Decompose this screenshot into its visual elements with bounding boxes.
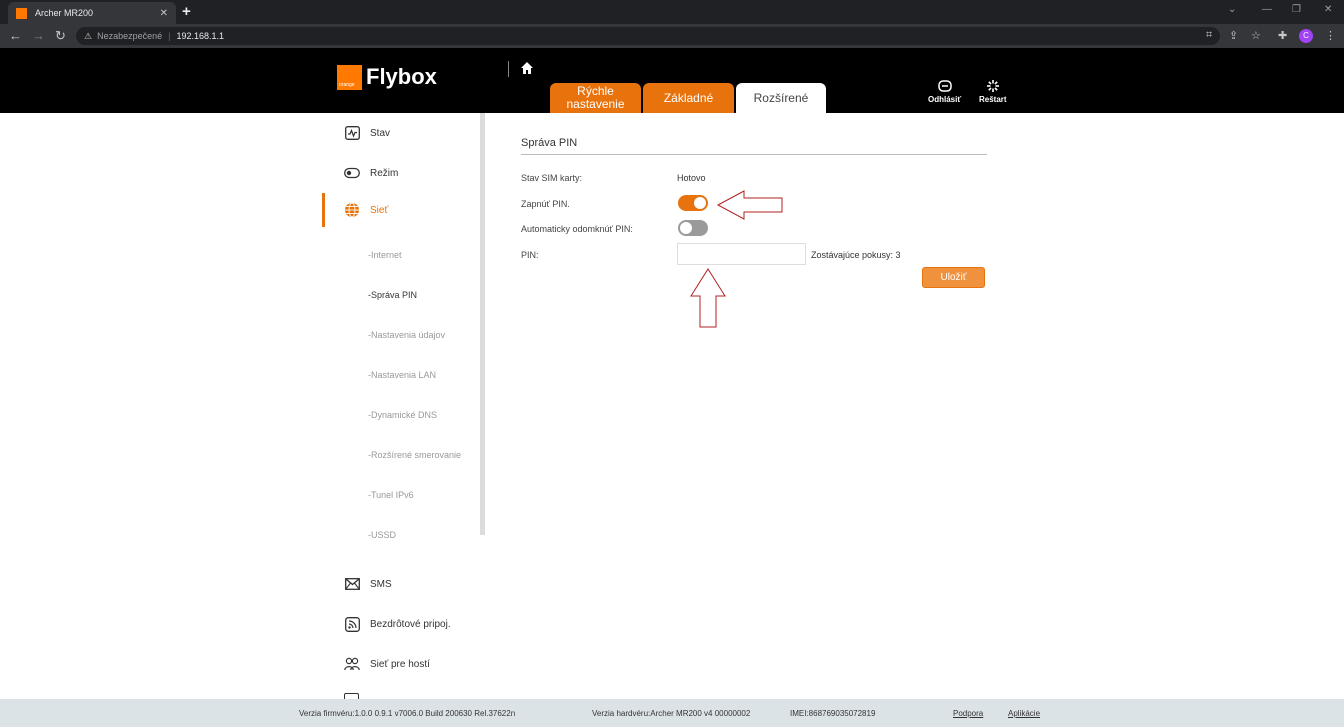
reload-icon[interactable]: ↻	[55, 28, 66, 44]
address-bar-row: ← → ↻ ⚠ Nezabezpečené | 192.168.1.1 ⌗ ⇪ …	[0, 24, 1344, 48]
pin-input[interactable]	[677, 243, 806, 265]
url-text[interactable]: 192.168.1.1	[176, 31, 224, 41]
extensions-icon[interactable]: ✚	[1278, 29, 1287, 42]
pin-label: PIN:	[521, 250, 539, 260]
sidebar-sub-dynamic-dns[interactable]: -Dynamické DNS	[368, 410, 437, 420]
sidebar-scrollbar[interactable]	[480, 113, 485, 535]
logout-label: Odhlásiť	[928, 95, 962, 104]
remaining-attempts: Zostávajúce pokusy: 3	[811, 250, 901, 260]
header-divider	[508, 61, 509, 77]
logout-button[interactable]: Odhlásiť	[928, 79, 961, 104]
security-label: Nezabezpečené	[97, 31, 163, 41]
sidebar-item-label: Sieť	[370, 204, 389, 216]
router-header: orange Flybox Rýchle nastavenie Základné…	[0, 48, 1344, 113]
envelope-icon	[344, 576, 360, 592]
footer: Verzia firmvéru:1.0.0 0.9.1 v7006.0 Buil…	[0, 699, 1344, 727]
toggle-knob	[680, 222, 692, 234]
toggle-knob	[694, 197, 706, 209]
window-close-icon[interactable]: ✕	[1324, 4, 1332, 15]
tab-quick-setup[interactable]: Rýchle nastavenie	[550, 83, 641, 113]
sidebar-sub-ipv6-tunnel[interactable]: -Tunel IPv6	[368, 490, 414, 500]
share-icon[interactable]: ⇪	[1229, 29, 1238, 42]
tab-advanced[interactable]: Rozšírené	[736, 83, 826, 113]
support-link[interactable]: Podpora	[953, 709, 983, 718]
omnibox[interactable]: ⚠ Nezabezpečené | 192.168.1.1	[76, 27, 1220, 45]
browser-tab-strip: Archer MR200 ✕ + ⌄ — ❐ ✕	[0, 0, 1344, 24]
home-icon[interactable]	[520, 61, 534, 75]
restart-label: Reštart	[979, 95, 1007, 104]
tab-advanced-label: Rozšírené	[753, 90, 809, 105]
sidebar-sub-lan-settings[interactable]: -Nastavenia LAN	[368, 370, 436, 380]
auto-unlock-toggle[interactable]	[678, 220, 708, 236]
logout-icon	[937, 80, 952, 92]
new-tab-button[interactable]: +	[182, 3, 191, 20]
sidebar-item-label: Stav	[370, 127, 391, 139]
tab-search-icon[interactable]: ⌄	[1228, 4, 1236, 15]
imei: IMEI:868769035072819	[790, 709, 876, 718]
auto-unlock-label: Automaticky odomknúť PIN:	[521, 224, 633, 234]
annotation-arrow-left	[716, 190, 783, 220]
sidebar-item-status[interactable]: Stav	[322, 113, 477, 153]
sidebar-item-label: Bezdrôtové pripoj.	[370, 618, 451, 630]
sidebar-item-wireless[interactable]: Bezdrôtové pripoj.	[322, 604, 477, 644]
translate-icon[interactable]: ⌗	[1206, 29, 1212, 42]
wifi-icon	[344, 616, 360, 632]
sim-status-value: Hotovo	[677, 173, 706, 183]
section-divider	[521, 154, 987, 155]
tab-basic[interactable]: Základné	[643, 83, 734, 113]
warning-icon[interactable]: ⚠	[84, 31, 92, 42]
sidebar-item-label: Režim	[370, 167, 399, 179]
sidebar-sub-data-settings[interactable]: -Nastavenia údajov	[368, 330, 445, 340]
restart-icon	[986, 80, 999, 92]
logo-text: Flybox	[366, 64, 437, 89]
tab-basic-label: Základné	[663, 90, 714, 105]
tab-title: Archer MR200	[35, 8, 94, 18]
firmware-version: Verzia firmvéru:1.0.0 0.9.1 v7006.0 Buil…	[299, 709, 516, 718]
sidebar-item-mode[interactable]: Režim	[322, 153, 477, 193]
profile-avatar[interactable]: C	[1299, 29, 1313, 43]
enable-pin-label: Zapnúť PIN.	[521, 199, 570, 209]
globe-icon	[344, 202, 360, 218]
restart-button[interactable]: Reštart	[979, 79, 1007, 104]
back-icon[interactable]: ←	[9, 28, 22, 43]
sidebar-item-network[interactable]: Sieť	[322, 190, 477, 230]
sidebar-sub-internet[interactable]: -Internet	[368, 250, 402, 260]
forward-icon[interactable]: →	[32, 28, 45, 43]
enable-pin-toggle[interactable]	[678, 195, 708, 211]
sim-status-label: Stav SIM karty:	[521, 173, 583, 183]
sidebar-sub-advanced-routing[interactable]: -Rozšírené smerovanie	[368, 450, 461, 460]
sidebar: Stav Režim Sieť -Internet -Správa PIN -N…	[322, 113, 487, 699]
restore-icon[interactable]: ❐	[1292, 4, 1301, 15]
menu-kebab-icon[interactable]: ⋮	[1325, 29, 1336, 42]
status-pulse-icon	[344, 125, 360, 141]
logo-small-text: orange	[339, 82, 355, 88]
minimize-icon[interactable]: —	[1262, 4, 1272, 15]
sidebar-item-guest-network[interactable]: Sieť pre hostí	[322, 644, 477, 684]
mode-toggle-icon	[344, 165, 360, 181]
orange-logo: orange	[337, 65, 362, 90]
annotation-arrow-up	[690, 268, 726, 328]
sidebar-item-label: Sieť pre hostí	[370, 658, 430, 670]
browser-tab[interactable]: Archer MR200 ✕	[8, 2, 176, 24]
sidebar-item-label: SMS	[370, 578, 392, 590]
tab-quick-setup-label: Rýchle nastavenie	[566, 84, 625, 111]
guest-users-icon	[344, 656, 360, 672]
favicon-icon	[16, 7, 27, 19]
apps-link[interactable]: Aplikácie	[1008, 709, 1040, 718]
sidebar-sub-ussd[interactable]: -USSD	[368, 530, 396, 540]
sidebar-item-sms[interactable]: SMS	[322, 564, 477, 604]
hardware-version: Verzia hardvéru:Archer MR200 v4 00000002	[592, 709, 751, 718]
save-button[interactable]: Uložiť	[922, 267, 985, 288]
tab-close-icon[interactable]: ✕	[160, 8, 168, 19]
section-title: Správa PIN	[521, 137, 578, 149]
sidebar-sub-pin-management[interactable]: -Správa PIN	[368, 290, 417, 300]
omnibox-separator: |	[168, 31, 171, 41]
bookmark-star-icon[interactable]: ☆	[1251, 29, 1261, 42]
